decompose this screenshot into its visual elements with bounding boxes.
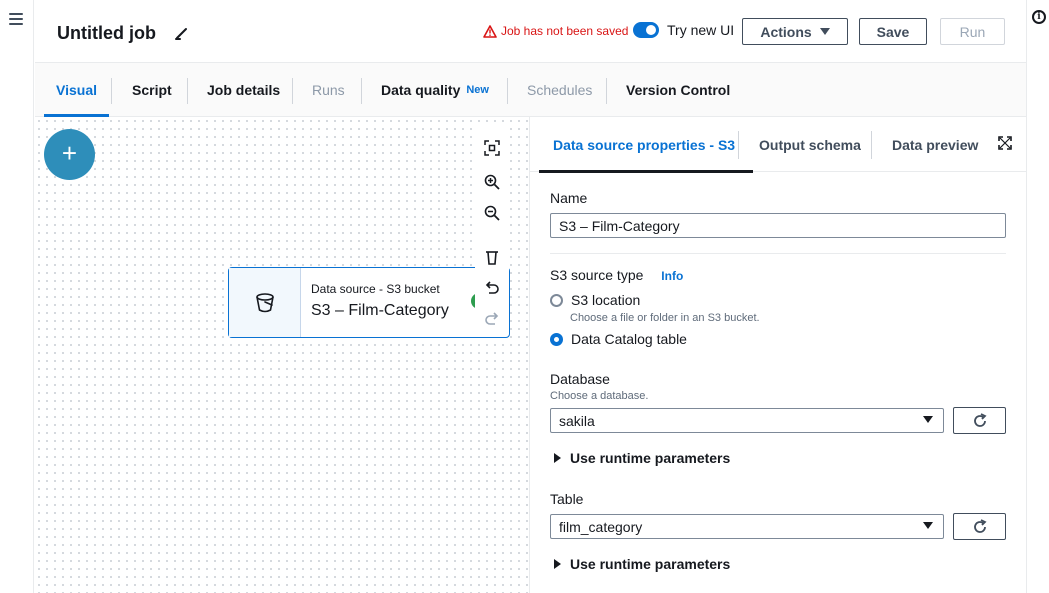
database-select[interactable]: sakila [550, 408, 944, 433]
tab-divider [361, 78, 362, 104]
edit-icon[interactable] [173, 24, 191, 42]
panel-tabs: Data source properties - S3 Output schem… [530, 117, 1027, 173]
add-node-button[interactable]: + [44, 129, 95, 180]
toggle-label: Try new UI [667, 22, 735, 38]
runtime-params-expander-2[interactable]: Use runtime parameters [554, 556, 730, 572]
node-body: Data source - S3 bucket S3 – Film-Catego… [301, 268, 449, 337]
fit-view-icon[interactable] [483, 139, 501, 157]
radio-button[interactable] [550, 293, 563, 307]
save-button[interactable]: Save [859, 18, 927, 45]
tab-divider [738, 131, 739, 159]
tab-data-preview[interactable]: Data preview [892, 117, 978, 172]
tab-divider [111, 78, 112, 104]
tab-data-quality[interactable]: Data quality New [381, 63, 489, 116]
expand-icon[interactable] [998, 136, 1012, 150]
runtime-params-label: Use runtime parameters [570, 450, 731, 466]
undo-icon[interactable] [483, 279, 501, 297]
caret-right-icon [554, 559, 561, 569]
tab-divider [871, 131, 872, 159]
tab-divider [292, 78, 293, 104]
runtime-params-label-2: Use runtime parameters [570, 556, 731, 572]
table-select[interactable]: film_category [550, 514, 944, 539]
right-rail: i [1026, 0, 1049, 593]
caret-right-icon [554, 453, 561, 463]
tab-divider [507, 78, 508, 104]
node-type-label: Data source - S3 bucket [311, 282, 440, 296]
bucket-icon [255, 292, 274, 312]
unsaved-warning: Job has not been saved [483, 24, 628, 38]
properties-panel: Data source properties - S3 Output schem… [529, 117, 1027, 593]
source-type-label: S3 source type Info [550, 267, 683, 283]
menu-icon[interactable] [9, 13, 23, 25]
caret-down-icon [819, 28, 830, 35]
database-hint: Choose a database. [550, 390, 649, 402]
caret-down-icon [923, 416, 933, 423]
refresh-icon [973, 412, 987, 427]
actions-button[interactable]: Actions [742, 18, 848, 45]
tab-divider [606, 78, 607, 104]
refresh-database-button[interactable] [953, 407, 1006, 434]
name-label: Name [550, 190, 588, 206]
radio-data-catalog[interactable]: Data Catalog table [550, 331, 687, 347]
node-icon-container [229, 268, 301, 337]
redo-icon[interactable] [483, 310, 501, 328]
actions-label: Actions [760, 23, 812, 40]
s3-location-hint: Choose a file or folder in an S3 bucket. [570, 312, 760, 324]
radio-data-catalog-label: Data Catalog table [571, 331, 687, 347]
toggle-switch[interactable] [633, 22, 659, 38]
tab-visual[interactable]: Visual [44, 63, 109, 117]
tab-script[interactable]: Script [132, 63, 172, 116]
info-link[interactable]: Info [661, 269, 683, 283]
radio-button-selected[interactable] [550, 332, 563, 346]
info-icon[interactable]: i [1032, 10, 1046, 24]
run-button[interactable]: Run [940, 18, 1005, 45]
section-divider [550, 253, 1006, 254]
node-name: S3 – Film-Category [311, 302, 449, 319]
tab-runs[interactable]: Runs [312, 63, 345, 116]
tab-output-schema[interactable]: Output schema [759, 117, 861, 172]
database-label: Database [550, 371, 610, 387]
job-tabs: Visual Script Job details Runs Data qual… [35, 62, 1026, 117]
table-value: film_category [559, 519, 643, 535]
name-input[interactable]: S3 – Film-Category [550, 213, 1006, 238]
radio-s3-location[interactable]: S3 location [550, 292, 640, 308]
warning-text: Job has not been saved [501, 24, 629, 38]
source-type-text: S3 source type [550, 267, 644, 283]
zoom-in-icon[interactable] [483, 173, 501, 191]
tab-data-quality-label: Data quality [381, 81, 461, 98]
zoom-out-icon[interactable] [483, 204, 501, 222]
refresh-icon [973, 518, 987, 533]
tab-data-source-properties[interactable]: Data source properties - S3 [538, 117, 754, 173]
try-new-ui-toggle[interactable]: Try new UI [633, 22, 734, 38]
tab-version-control[interactable]: Version Control [626, 63, 730, 116]
new-badge: New [466, 84, 489, 96]
tab-job-details[interactable]: Job details [207, 63, 280, 116]
radio-s3-location-label: S3 location [571, 292, 641, 308]
left-rail [0, 0, 34, 593]
database-value: sakila [559, 413, 595, 429]
data-source-node[interactable]: Data source - S3 bucket S3 – Film-Catego… [228, 267, 510, 338]
visual-canvas[interactable]: + Data source - S3 bucket S3 – Film-Cate… [35, 117, 529, 593]
tab-schedules[interactable]: Schedules [527, 63, 592, 116]
warning-icon [483, 24, 497, 38]
runtime-params-expander[interactable]: Use runtime parameters [554, 450, 730, 466]
table-label: Table [550, 491, 584, 507]
caret-down-icon [923, 522, 933, 529]
job-title: Untitled job [57, 23, 156, 43]
delete-icon[interactable] [483, 248, 501, 266]
job-header: Untitled job Job has not been saved Try … [35, 0, 1026, 62]
canvas-toolbar [475, 127, 509, 335]
refresh-table-button[interactable] [953, 513, 1006, 540]
tab-divider [187, 78, 188, 104]
